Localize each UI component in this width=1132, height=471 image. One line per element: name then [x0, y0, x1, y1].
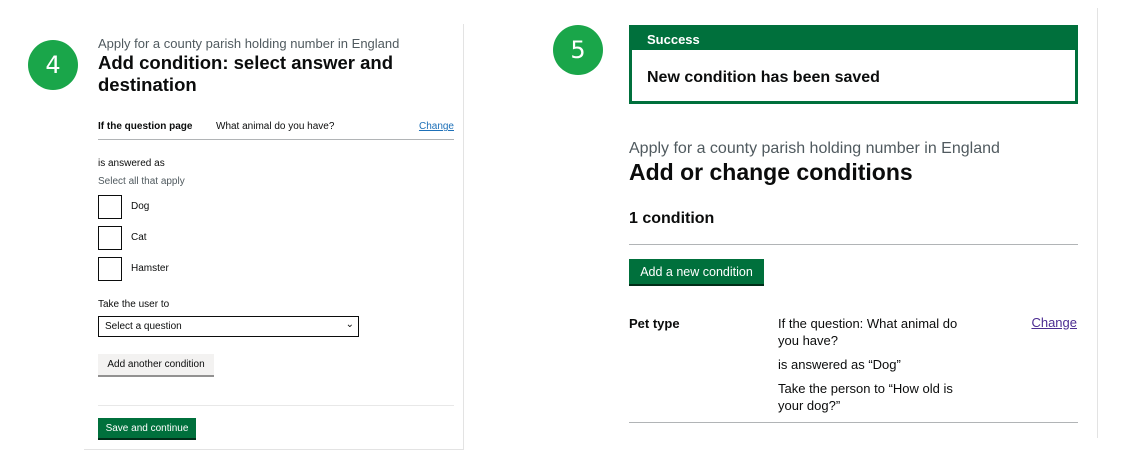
row-divider: [629, 422, 1078, 423]
change-question-link[interactable]: Change: [419, 121, 454, 132]
checkbox-label-cat[interactable]: Cat: [131, 232, 147, 243]
summary-row: If the question page What animal do you …: [98, 120, 454, 140]
destination-select-value: Select a question: [105, 321, 182, 332]
step-5-badge: 5: [553, 25, 603, 75]
checkbox-hamster[interactable]: [98, 257, 122, 281]
success-banner: Success New condition has been saved: [629, 25, 1078, 104]
chevron-down-icon: ⌄: [345, 319, 354, 330]
add-new-condition-button[interactable]: Add a new condition: [629, 259, 764, 286]
summary-value: What animal do you have?: [216, 121, 335, 132]
page-caption: Apply for a county parish holding number…: [98, 36, 400, 51]
destination-label: Take the user to: [98, 299, 170, 310]
checkbox-dog[interactable]: [98, 195, 122, 219]
checkbox-option-hamster[interactable]: Hamster: [98, 257, 298, 281]
page-title: Add condition: select answer and destina…: [98, 52, 394, 95]
checkbox-cat[interactable]: [98, 226, 122, 250]
banner-title: Success: [632, 28, 1075, 50]
banner-message: New condition has been saved: [647, 69, 880, 86]
destination-select[interactable]: Select a question ⌄: [98, 316, 359, 337]
add-another-condition-button[interactable]: Add another condition: [98, 354, 214, 377]
add-condition-panel: Apply for a county parish holding number…: [84, 24, 464, 450]
condition-details: If the question: What animal do you have…: [778, 315, 968, 421]
step-4-badge: 4: [28, 40, 78, 90]
answer-hint: Select all that apply: [98, 176, 185, 187]
conditions-panel: Success New condition has been saved App…: [612, 8, 1098, 438]
summary-key: If the question page: [98, 121, 193, 132]
checkbox-label-hamster[interactable]: Hamster: [131, 263, 169, 274]
checkbox-label-dog[interactable]: Dog: [131, 201, 149, 212]
answer-label: is answered as: [98, 158, 165, 169]
condition-answer: is answered as “Dog”: [778, 357, 901, 372]
checkbox-option-cat[interactable]: Cat: [98, 226, 298, 250]
page-caption: Apply for a county parish holding number…: [629, 140, 1000, 157]
page-title: Add or change conditions: [629, 159, 913, 185]
condition-question: If the question: What animal do you have…: [778, 316, 958, 348]
section-divider: [629, 244, 1078, 245]
condition-name: Pet type: [629, 316, 680, 331]
section-divider: [98, 405, 454, 406]
condition-destination: Take the person to “How old is your dog?…: [778, 381, 953, 413]
save-and-continue-button[interactable]: Save and continue: [98, 418, 196, 440]
checkbox-option-dog[interactable]: Dog: [98, 195, 298, 219]
condition-count: 1 condition: [629, 210, 715, 227]
change-condition-link[interactable]: Change: [1031, 315, 1077, 330]
